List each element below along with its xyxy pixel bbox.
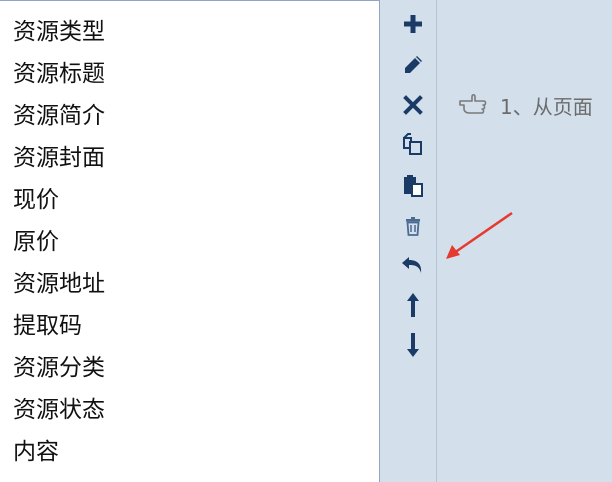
- hand-pointer-icon: [459, 93, 487, 114]
- move-up-button[interactable]: [399, 291, 427, 319]
- field-item-resource-intro[interactable]: 资源简介: [0, 95, 379, 137]
- arrow-down-icon: [407, 333, 419, 357]
- field-item-original-price[interactable]: 原价: [0, 221, 379, 263]
- field-item-resource-type[interactable]: 资源类型: [0, 11, 379, 53]
- field-item-resource-url[interactable]: 资源地址: [0, 263, 379, 305]
- field-list: 资源类型 资源标题 资源简介 资源封面 现价 原价 资源地址 提取码 资源分类 …: [0, 0, 380, 482]
- add-button[interactable]: [399, 10, 427, 38]
- undo-button[interactable]: [399, 251, 427, 279]
- delete-field-button[interactable]: [399, 91, 427, 119]
- annotation-arrow: [446, 211, 513, 259]
- field-item-current-price[interactable]: 现价: [0, 179, 379, 221]
- pencil-icon: [405, 56, 422, 73]
- paste-button[interactable]: [399, 172, 427, 200]
- delete-button[interactable]: [399, 212, 427, 240]
- close-icon: [403, 95, 423, 115]
- vertical-toolbar: [381, 0, 437, 482]
- copy-button[interactable]: [399, 131, 427, 159]
- hint-text: 1、从页面: [500, 94, 593, 119]
- plus-icon: [404, 15, 422, 33]
- trash-icon: [406, 217, 420, 236]
- move-down-button[interactable]: [399, 331, 427, 359]
- field-item-resource-status[interactable]: 资源状态: [0, 389, 379, 431]
- hint-row: 1、从页面: [458, 90, 593, 120]
- field-item-resource-category[interactable]: 资源分类: [0, 347, 379, 389]
- edit-button[interactable]: [399, 51, 427, 79]
- paste-icon: [404, 175, 423, 197]
- field-item-resource-title[interactable]: 资源标题: [0, 53, 379, 95]
- field-item-resource-cover[interactable]: 资源封面: [0, 137, 379, 179]
- field-item-content[interactable]: 内容: [0, 431, 379, 473]
- field-item-extract-code[interactable]: 提取码: [0, 305, 379, 347]
- undo-icon: [402, 257, 422, 273]
- copy-icon: [403, 133, 422, 155]
- arrow-up-icon: [407, 293, 419, 317]
